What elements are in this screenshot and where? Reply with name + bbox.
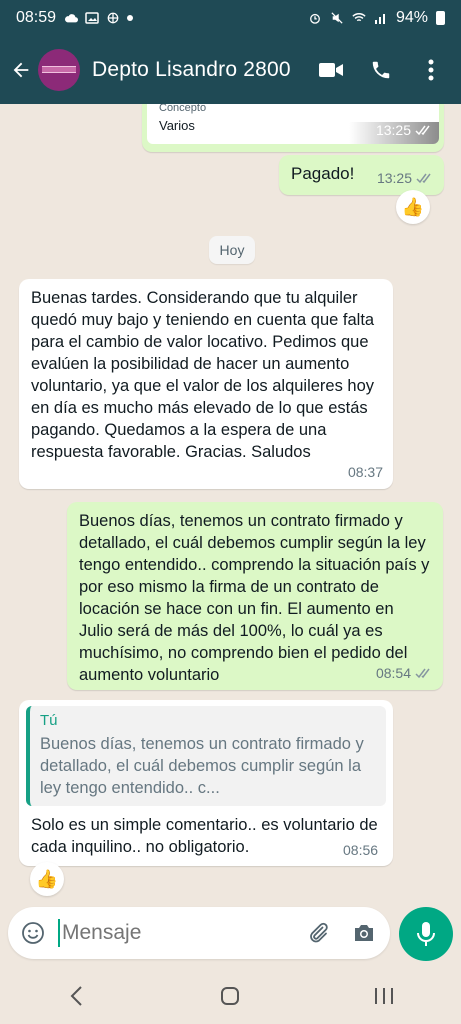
nav-back-icon: [70, 986, 82, 1006]
voice-message-button[interactable]: [399, 907, 453, 961]
message-text: Pagado!: [291, 164, 355, 183]
quoted-message[interactable]: Tú Buenos días, tenemos un contrato firm…: [26, 706, 386, 806]
incoming-message[interactable]: Buenas tardes. Considerando que tu alqui…: [19, 279, 393, 489]
cloud-icon: [65, 14, 79, 23]
message-text: Buenos días, tenemos un contrato firmado…: [79, 512, 430, 684]
nav-recents-button[interactable]: [364, 976, 404, 1016]
contact-avatar[interactable]: [38, 49, 80, 91]
emoji-icon: [22, 922, 44, 944]
message-time: 13:25: [375, 122, 411, 138]
thumbs-up-reaction[interactable]: 👍: [396, 190, 430, 224]
date-separator: Hoy: [209, 236, 255, 264]
gallery-icon: [85, 12, 99, 24]
mute-icon: [331, 12, 343, 24]
nav-home-button[interactable]: [210, 976, 250, 1016]
video-call-button[interactable]: [317, 56, 345, 84]
more-options-icon: [428, 59, 434, 81]
nav-home-icon: [221, 987, 240, 1005]
thumbs-up-reaction[interactable]: 👍: [30, 862, 64, 896]
more-options-button[interactable]: [417, 56, 445, 84]
double-check-icon: [415, 668, 430, 678]
alarm-icon: [310, 13, 320, 24]
receipt-message[interactable]: Concepto Varios 13:25: [142, 104, 444, 152]
paid-message[interactable]: Pagado! 13:25: [279, 155, 444, 195]
battery-icon: [436, 11, 445, 25]
back-button[interactable]: [4, 50, 38, 90]
status-time: 08:59: [16, 9, 57, 26]
message-time: 08:37: [347, 464, 383, 480]
back-arrow-icon: [13, 62, 29, 78]
message-time: 13:25: [376, 170, 412, 186]
double-check-icon: [415, 125, 430, 135]
message-text: Solo es un simple comentario.. es volunt…: [31, 816, 378, 856]
contact-name[interactable]: Depto Lisandro 2800: [92, 58, 291, 82]
message-time: 08:56: [343, 842, 379, 858]
video-call-icon: [319, 63, 343, 77]
message-input[interactable]: [58, 919, 268, 947]
phone-icon: [372, 61, 390, 79]
nav-recents-icon: [375, 988, 394, 1004]
system-nav-bar: [0, 968, 461, 1024]
camera-button[interactable]: [350, 919, 378, 947]
chat-header: Depto Lisandro 2800: [0, 36, 461, 104]
dot-icon: [127, 15, 134, 21]
camera-icon: [355, 925, 373, 941]
outgoing-message[interactable]: Buenos días, tenemos un contrato firmado…: [67, 502, 443, 690]
double-check-icon: [416, 173, 431, 183]
receipt-concept-value: Varios: [159, 118, 195, 133]
pinwheel-icon: [107, 12, 119, 24]
message-composer: [8, 907, 390, 959]
message-time: 08:54: [375, 665, 411, 681]
nav-back-button[interactable]: [57, 976, 97, 1016]
quote-author: Tú: [40, 712, 58, 729]
emoji-button[interactable]: [20, 920, 46, 946]
attach-button[interactable]: [304, 919, 332, 947]
mic-icon: [417, 922, 435, 946]
message-text: Buenas tardes. Considerando que tu alqui…: [31, 289, 375, 461]
status-bar: 08:59 94%: [0, 0, 461, 36]
signal-icon: [374, 14, 385, 24]
quote-text: Buenos días, tenemos un contrato firmado…: [40, 735, 364, 797]
voice-call-button[interactable]: [367, 56, 395, 84]
receipt-card: Concepto Varios 13:25: [147, 104, 439, 144]
wifi-icon: [352, 13, 366, 22]
battery-percent: 94%: [395, 9, 428, 26]
attach-icon: [310, 922, 328, 943]
notification-icons: [64, 12, 134, 24]
